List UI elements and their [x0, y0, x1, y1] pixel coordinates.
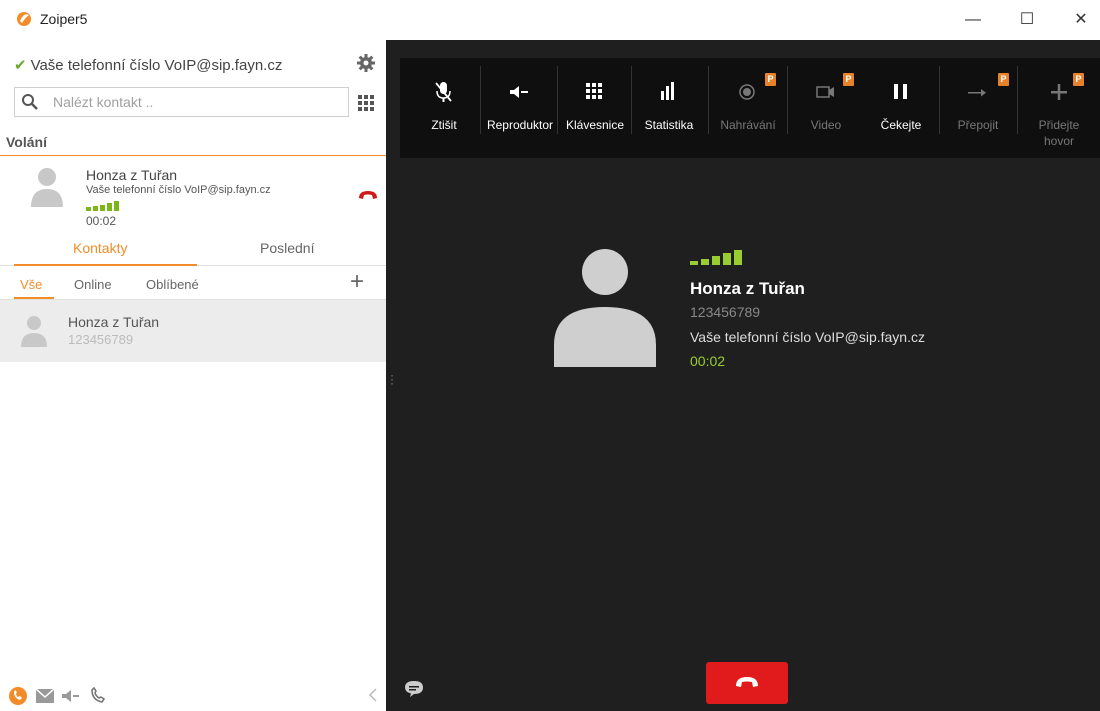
call-toolbar: Ztišit Reproduktor Klávesnice Statistika…: [400, 58, 1100, 158]
avatar: [31, 168, 63, 207]
video-label: Video: [810, 118, 842, 132]
hangup-button[interactable]: [706, 662, 788, 704]
call-history-icon[interactable]: [88, 686, 108, 706]
add-contact-button[interactable]: +: [350, 270, 364, 294]
avatar: [21, 316, 47, 347]
record-label: Nahrávání: [720, 118, 776, 132]
gear-icon[interactable]: [356, 53, 376, 73]
tab-contacts[interactable]: Kontakty: [73, 240, 127, 256]
active-call-item[interactable]: Honza z Tuřan Vaše telefonní číslo VoIP@…: [0, 156, 386, 230]
signal-strength-icon: [86, 201, 119, 211]
call-account: Vaše telefonní číslo VoIP@sip.fayn.cz: [690, 329, 925, 345]
contact-avatar: [554, 249, 656, 367]
zoiper-logo-icon: [17, 12, 31, 26]
search-input[interactable]: Nalézt kontakt ..: [53, 94, 153, 110]
add-call-label: Přidejte hovor: [1038, 118, 1080, 148]
keypad-icon: [586, 83, 602, 99]
speaker-label: Reproduktor: [486, 118, 554, 132]
calls-section-title: Volání: [6, 134, 47, 150]
mute-button[interactable]: Ztišit: [424, 58, 464, 158]
account-status[interactable]: ✔ Vaše telefonní číslo VoIP@sip.fayn.cz: [14, 56, 282, 74]
panel-resize-handle[interactable]: · · ·: [386, 369, 398, 389]
add-call-icon: [1051, 84, 1067, 100]
contact-name: Honza z Tuřan: [68, 314, 160, 330]
speaker-button[interactable]: Reproduktor: [482, 58, 558, 158]
registered-check-icon: ✔: [14, 57, 27, 74]
filter-online[interactable]: Online: [74, 277, 112, 292]
toolbar-separator: [480, 66, 481, 134]
stats-icon: [661, 82, 674, 100]
keypad-label: Klávesnice: [565, 118, 625, 132]
transfer-label: Přepojit: [957, 118, 999, 132]
close-button[interactable]: ✕: [1066, 8, 1096, 32]
contacts-tabs: Kontakty Poslední: [0, 230, 386, 266]
dialpad-icon[interactable]: [358, 95, 374, 111]
bottom-bar: [0, 682, 386, 711]
hangup-icon: [736, 677, 758, 687]
mute-label: Ztišit: [431, 118, 457, 132]
keypad-button[interactable]: Klávesnice: [558, 58, 632, 158]
contact-filters: Vše Online Oblíbené +: [0, 266, 386, 300]
filter-all[interactable]: Vše: [20, 277, 42, 292]
hangup-icon[interactable]: [358, 189, 378, 201]
call-duration: 00:02: [86, 214, 117, 228]
add-call-button[interactable]: Přidejte hovor: [1018, 58, 1100, 158]
phone-status-icon[interactable]: [8, 686, 28, 706]
search-icon: [22, 94, 38, 110]
call-panel: Ztišit Reproduktor Klávesnice Statistika…: [386, 40, 1100, 711]
search-box[interactable]: Nalézt kontakt ..: [14, 87, 349, 117]
hold-label: Čekejte: [880, 118, 922, 132]
collapse-panel-icon[interactable]: [368, 688, 378, 702]
mute-icon: [435, 82, 452, 102]
stats-button[interactable]: Statistika: [632, 58, 706, 158]
active-filter-indicator: [14, 297, 54, 299]
speaker-icon[interactable]: [62, 690, 80, 702]
list-item[interactable]: Honza z Tuřan 123456789: [0, 300, 386, 362]
maximize-button[interactable]: ☐: [1012, 8, 1042, 32]
call-contact-name: Honza z Tuřan: [86, 167, 178, 183]
call-duration: 00:02: [690, 353, 726, 369]
stats-label: Statistika: [644, 118, 694, 132]
title-bar: Zoiper5 — ☐ ✕: [0, 0, 1100, 40]
signal-strength-icon: [690, 250, 742, 265]
pro-badge: P: [1073, 73, 1084, 86]
contact-number: 123456789: [68, 332, 134, 347]
filter-favorites[interactable]: Oblíbené: [146, 277, 199, 292]
pro-badge: P: [765, 73, 776, 86]
pro-badge: P: [843, 73, 854, 86]
left-panel: ✔ Vaše telefonní číslo VoIP@sip.fayn.cz N…: [0, 40, 386, 711]
hold-button[interactable]: Čekejte: [864, 58, 938, 158]
call-account: Vaše telefonní číslo VoIP@sip.fayn.cz: [86, 184, 271, 196]
window-title: Zoiper5: [40, 11, 88, 27]
speaker-icon: [510, 86, 528, 98]
chat-icon[interactable]: [404, 680, 424, 698]
tab-recent[interactable]: Poslední: [260, 240, 314, 256]
toolbar-separator: [708, 66, 709, 134]
caller-number: 123456789: [690, 304, 761, 320]
pro-badge: P: [998, 73, 1009, 86]
minimize-button[interactable]: —: [958, 8, 988, 32]
messages-icon[interactable]: [36, 689, 54, 703]
account-label: Vaše telefonní číslo VoIP@sip.fayn.cz: [30, 57, 283, 74]
hold-icon: [894, 84, 907, 99]
caller-name: Honza z Tuřan: [690, 279, 805, 298]
